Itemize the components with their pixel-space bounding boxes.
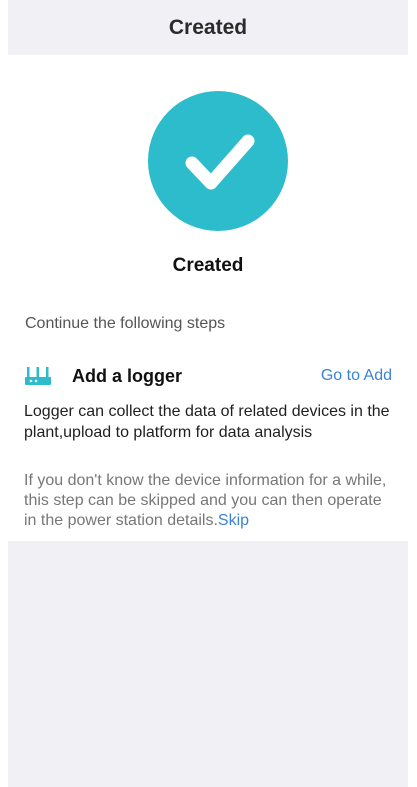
success-badge (148, 91, 288, 231)
success-hero: Created (8, 55, 408, 305)
logger-title: Add a logger (72, 365, 183, 386)
checkmark-icon (185, 134, 255, 190)
router-icon (25, 367, 51, 385)
skip-link[interactable]: Skip (218, 512, 249, 529)
main-content: Created Continue the following steps Add… (8, 55, 408, 541)
steps-intro: Continue the following steps (25, 315, 226, 332)
page-title: Created (168, 15, 248, 39)
skip-note-text: If you don't know the device information… (24, 472, 387, 529)
logger-step: Add a logger Go to Add (8, 355, 408, 397)
go-to-add-link[interactable]: Go to Add (321, 367, 392, 385)
skip-note: If you don't know the device information… (8, 471, 408, 531)
header-bar: Created (8, 0, 408, 55)
logger-description: Logger can collect the data of related d… (24, 403, 390, 441)
status-label: Created (172, 255, 244, 276)
app-frame: Created Created Continue the following s… (8, 0, 408, 787)
